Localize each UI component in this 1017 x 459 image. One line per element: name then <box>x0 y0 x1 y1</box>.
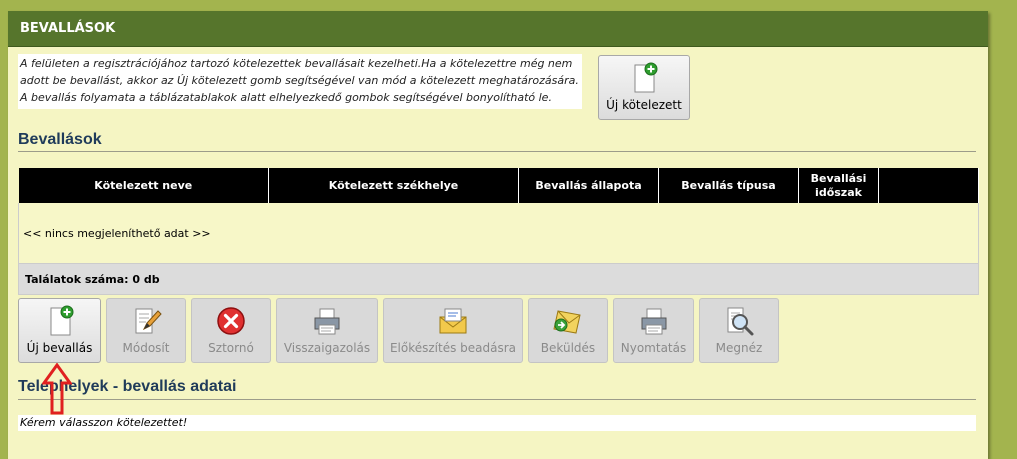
toolbar-button-label: Megnéz <box>715 341 763 355</box>
printer-icon <box>641 308 666 335</box>
result-count: Találatok száma: 0 db <box>18 263 979 295</box>
column-header[interactable]: Kötelezett neve <box>18 168 269 203</box>
new-declaration-button[interactable]: Új bevallás <box>18 298 101 363</box>
toolbar-button-label: Sztornó <box>208 341 254 355</box>
declarations-table: Kötelezett neve Kötelezett székhelye Bev… <box>18 168 979 295</box>
confirmation-button[interactable]: Visszaigazolás <box>276 298 378 363</box>
column-header[interactable]: Kötelezett székhelye <box>268 168 519 203</box>
panel-title: BEVALLÁSOK <box>8 11 988 47</box>
new-document-plus-icon <box>634 62 658 93</box>
edit-pencil-icon <box>135 308 162 334</box>
declarations-panel: BEVALLÁSOK A felületen a regisztrációjáh… <box>8 11 988 459</box>
column-header <box>878 168 979 203</box>
table-header-row: Kötelezett neve Kötelezett székhelye Bev… <box>18 168 979 203</box>
view-button[interactable]: Megnéz <box>699 298 779 363</box>
empty-table-message: << nincs megjeleníthető adat >> <box>18 203 979 264</box>
select-obligor-message: Kérem válasszon kötelezettet! <box>18 415 976 431</box>
modify-button[interactable]: Módosít <box>106 298 186 363</box>
new-document-plus-icon <box>50 305 73 336</box>
envelope-icon <box>439 308 467 334</box>
printer-icon <box>314 308 340 335</box>
declarations-section-title: Bevallások <box>18 131 102 148</box>
column-header[interactable]: Bevallás típusa <box>658 168 799 203</box>
toolbar-button-label: Visszaigazolás <box>283 341 371 355</box>
section-divider <box>18 151 976 152</box>
submit-button[interactable]: Beküldés <box>528 298 608 363</box>
magnifier-icon <box>727 307 754 336</box>
print-button[interactable]: Nyomtatás <box>613 298 694 363</box>
table-row: << nincs megjeleníthető adat >> <box>18 203 979 264</box>
prepare-submission-button[interactable]: Előkészítés beadásra <box>383 298 523 363</box>
cancel-x-icon <box>217 307 245 335</box>
send-envelope-icon <box>553 310 581 334</box>
toolbar-button-label: Beküldés <box>540 341 596 355</box>
new-obligor-button[interactable]: Új kötelezett <box>598 55 690 120</box>
intro-text: A felületen a regisztrációjához tartozó … <box>18 54 582 109</box>
toolbar-button-label: Nyomtatás <box>620 341 687 355</box>
column-header[interactable]: Bevallás állapota <box>518 168 659 203</box>
cancel-button[interactable]: Sztornó <box>191 298 271 363</box>
section-divider <box>18 399 976 400</box>
new-obligor-label: Új kötelezett <box>606 98 682 112</box>
toolbar-button-label: Módosít <box>122 341 170 355</box>
table-footer-row: Találatok száma: 0 db <box>18 263 979 295</box>
red-up-arrow-annotation <box>42 363 72 415</box>
toolbar-button-label: Új bevallás <box>26 341 93 355</box>
toolbar-button-label: Előkészítés beadásra <box>389 341 517 355</box>
column-header[interactable]: Bevallási időszak <box>798 168 879 203</box>
